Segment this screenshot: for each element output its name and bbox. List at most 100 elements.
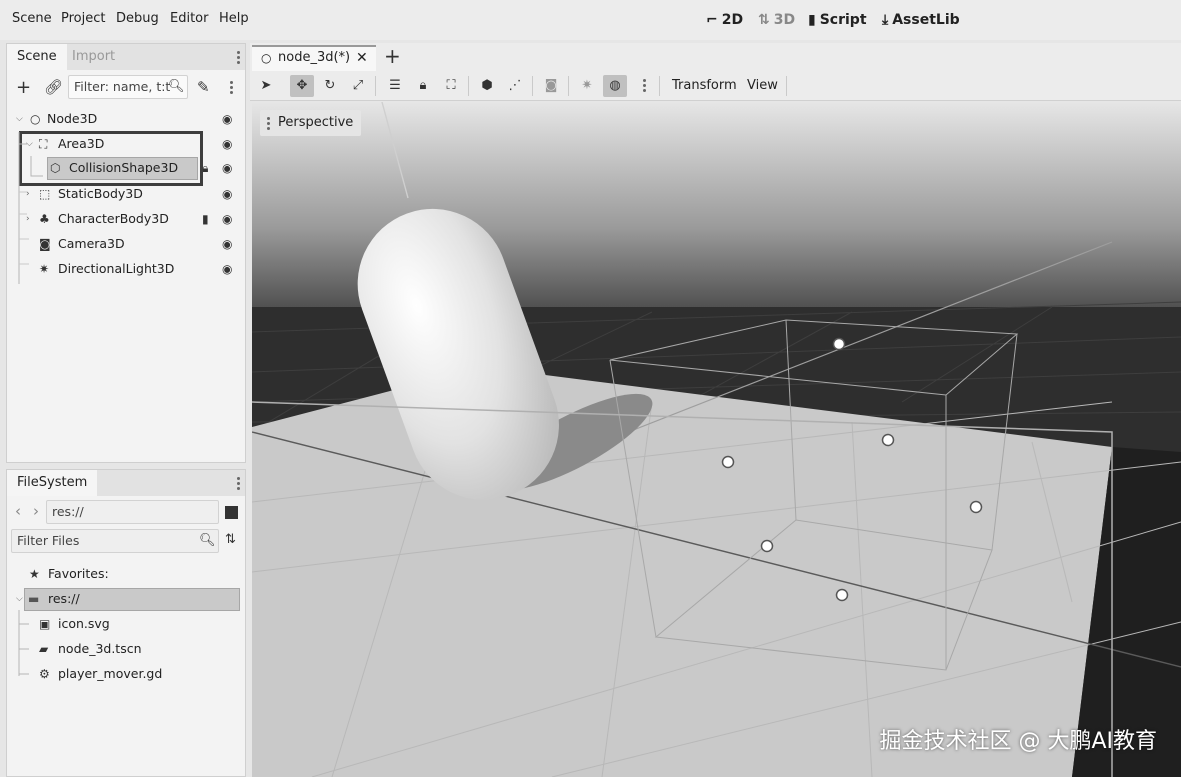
workspace-2d-label: 2D [721,12,744,28]
folder-icon: ▬ [28,592,40,606]
workspace-3d-label: 3D [773,12,796,28]
tree-item-label: Camera3D [58,236,125,251]
folder-item-res[interactable]: ⌵ ▬ res:// [7,587,245,611]
transform-menu[interactable]: Transform [672,78,737,93]
watermark-text: 掘金技术社区 @ 大鹏AI教育 [879,729,1157,754]
menu-project[interactable]: Project [61,11,105,26]
list-select-icon[interactable]: ☰ [383,75,407,97]
workspace-script-button[interactable]: ▮ Script [808,12,867,28]
workspace-2d-button[interactable]: ⌐ 2D [706,12,743,28]
filter-files-placeholder: Filter Files [17,533,80,548]
file-tree-guide-lines [18,610,29,676]
toolbar-separator [786,76,787,96]
tree-item-label: CharacterBody3D [58,211,169,226]
select-mode-icon[interactable]: ➤ [254,75,278,97]
environment-preview-icon[interactable]: ◍ [603,75,627,97]
visibility-eye-icon[interactable]: ◉ [222,232,232,256]
file-label: icon.svg [58,616,110,631]
move-mode-icon[interactable]: ✥ [290,75,314,97]
filesystem-dock: FileSystem ‹ › res:// Filter Files 🔍︎ ⇅ … [6,469,246,777]
attach-script-icon[interactable]: ✎ [197,80,210,95]
script-icon: ▮ [808,12,816,28]
scene-dock-menu-icon[interactable] [237,51,240,66]
perspective-label: Perspective [278,115,354,130]
view-menu[interactable]: View [747,78,778,93]
camera-preview-icon[interactable]: ◙ [539,75,563,97]
favorites-label: Favorites: [48,566,109,581]
filesystem-dock-tabs: FileSystem [7,470,245,496]
scene-tab-node-3d[interactable]: ○ node_3d(*) ✕ [252,45,376,71]
visibility-eye-icon[interactable]: ◉ [222,132,232,156]
menu-editor[interactable]: Editor [170,11,208,26]
path-field[interactable]: res:// [46,500,219,524]
tab-filesystem[interactable]: FileSystem [7,470,98,496]
rotate-mode-icon[interactable]: ↻ [318,75,342,97]
viewport-scene [252,102,1181,777]
menu-bar: Scene Project Debug Editor Help ⌐ 2D ⇅ 3… [0,0,1181,40]
scene-tab-label: node_3d(*) [278,50,351,65]
add-node-icon[interactable]: + [16,79,31,97]
tab-scene[interactable]: Scene [7,44,67,70]
node3d-icon: ○ [261,51,272,65]
close-icon[interactable]: ✕ [356,47,368,69]
forward-arrow-icon[interactable]: › [33,504,39,519]
workspace-assetlib-button[interactable]: ⤓ AssetLib [882,12,960,28]
viewport-menu-icon [267,117,270,132]
script-attached-icon[interactable]: ▮ [202,207,209,231]
menu-scene[interactable]: Scene [12,11,52,26]
workspace-assetlib-label: AssetLib [892,12,960,28]
toolbar-separator [532,76,533,96]
3d-viewport[interactable]: Perspective 掘金技术社区 @ 大鹏AI教育 [252,102,1181,777]
2d-workspace-icon: ⌐ [706,12,718,28]
collapse-arrow-icon[interactable]: ⌵ [16,587,23,611]
toolbar-separator [568,76,569,96]
sun-preview-icon[interactable]: ✷ [575,75,599,97]
back-arrow-icon[interactable]: ‹ [15,504,21,519]
snap-icon[interactable]: ⋰ [503,75,527,97]
tab-import[interactable]: Import [62,44,125,70]
visibility-eye-icon[interactable]: ◉ [222,107,232,131]
split-view-icon[interactable] [225,506,238,519]
folder-label: res:// [48,591,80,606]
star-icon: ★ [29,567,40,581]
filesystem-dock-menu-icon[interactable] [237,477,240,492]
search-icon: 🔍︎ [168,79,185,94]
scene-dock: Scene Import + 🔗︎ Filter: name, t:t 🔍︎ ✎… [6,43,246,463]
scale-mode-icon[interactable]: ⤢ [346,75,370,97]
file-label: player_mover.gd [58,666,163,681]
search-icon: 🔍︎ [199,533,216,548]
visibility-eye-icon[interactable]: ◉ [222,207,232,231]
toolbar-menu-icon[interactable] [643,79,646,94]
toolbar-separator [468,76,469,96]
visibility-eye-icon[interactable]: ◉ [222,257,232,281]
group-icon[interactable]: ⛶ [439,75,463,97]
editor-tab-bar: ○ node_3d(*) ✕ + [250,43,1181,71]
menu-help[interactable]: Help [219,11,249,26]
3d-workspace-icon: ⇅ [758,12,770,28]
viewport-toolbar: ➤ ✥ ↻ ⤢ ☰ 🔒︎ ⛶ ⬢ ⋰ ◙ ✷ ◍ Transform View [250,71,1181,101]
assetlib-icon: ⤓ [882,12,889,28]
visibility-eye-icon[interactable]: ◉ [222,156,232,180]
tree-item-label: StaticBody3D [58,186,143,201]
workspace-3d-button[interactable]: ⇅ 3D [758,12,795,28]
scene-dock-tabs: Scene Import [7,44,245,70]
toolbar-separator [375,76,376,96]
scene-filter-placeholder: Filter: name, t:t [74,79,171,94]
path-value: res:// [52,504,84,519]
filter-files-input[interactable]: Filter Files [11,529,219,553]
tree-guide-lines [18,132,43,284]
visibility-eye-icon[interactable]: ◉ [222,182,232,206]
perspective-menu-button[interactable]: Perspective [260,110,362,136]
add-scene-tab-icon[interactable]: + [384,44,401,68]
local-space-icon[interactable]: ⬢ [475,75,499,97]
menu-debug[interactable]: Debug [116,11,159,26]
file-label: node_3d.tscn [58,641,142,656]
toolbar-separator [659,76,660,96]
lock-icon[interactable]: 🔒︎ [411,75,435,97]
tree-item-label: DirectionalLight3D [58,261,175,276]
favorites-item[interactable]: ★ Favorites: [7,562,245,586]
sort-icon[interactable]: ⇅ [225,533,236,546]
link-instance-icon[interactable]: 🔗︎ [44,80,63,95]
scene-tools-menu-icon[interactable] [230,81,233,96]
workspace-script-label: Script [819,12,867,28]
